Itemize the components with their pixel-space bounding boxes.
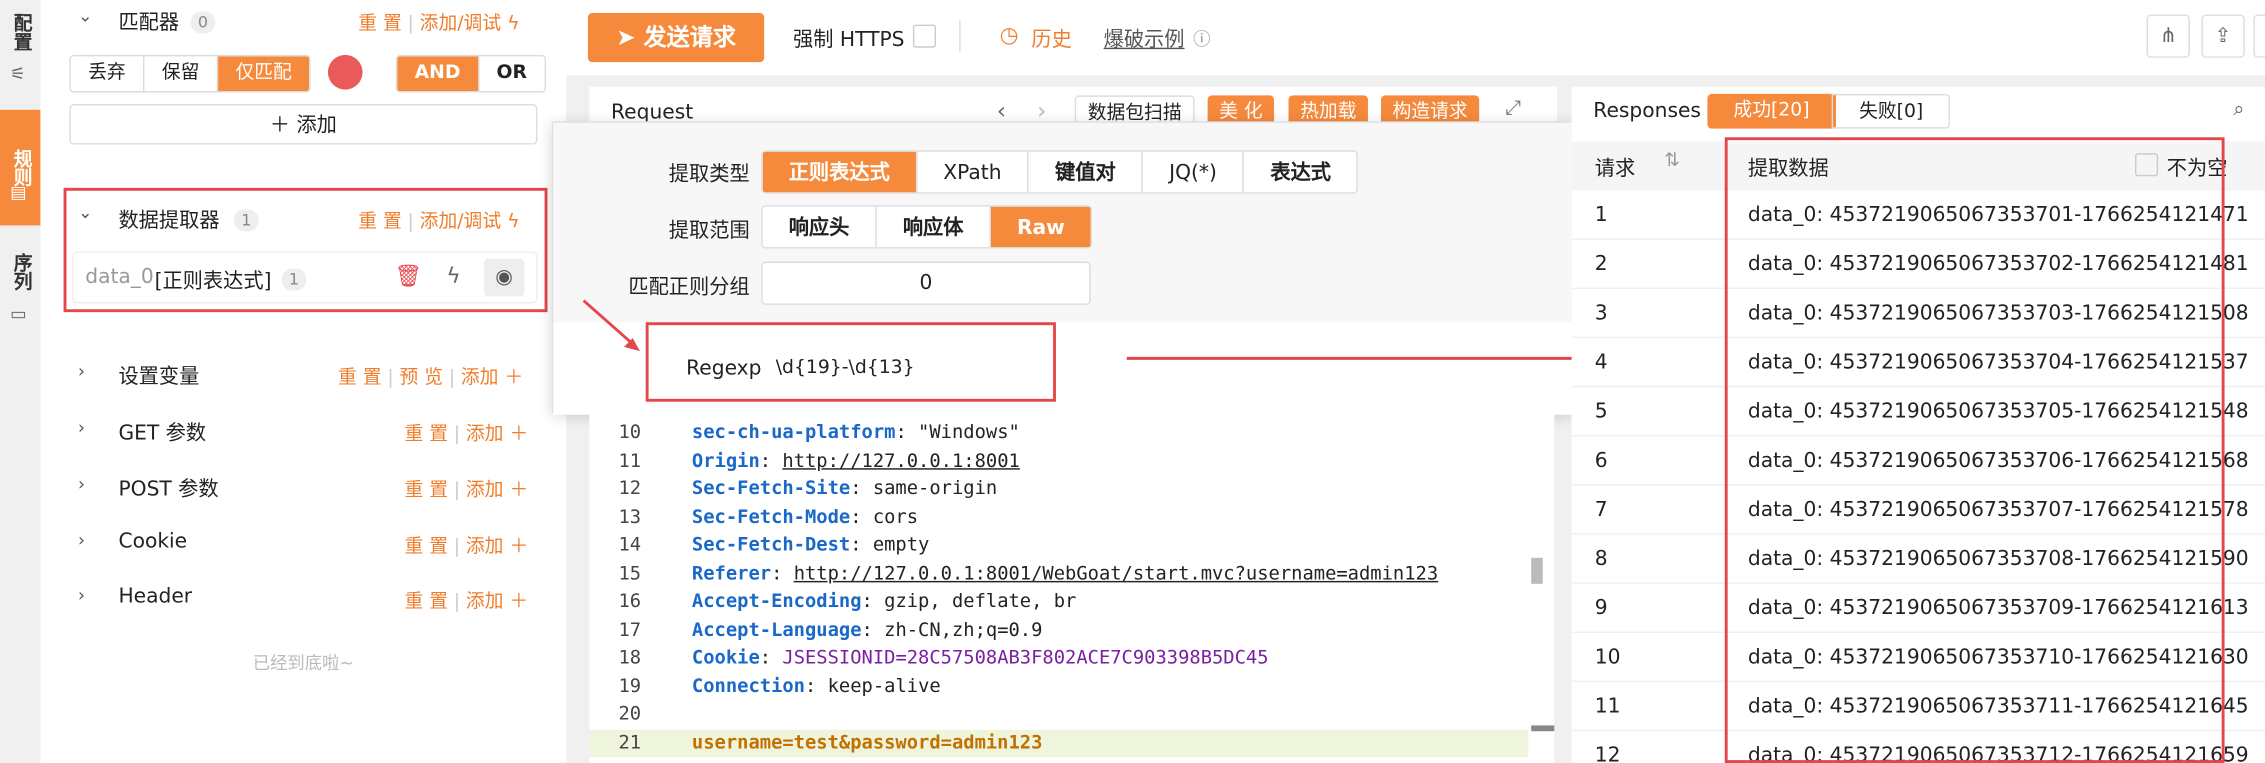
line-content: Accept-Language: zh-CN,zh;q=0.9: [691, 619, 1043, 641]
line-content: Referer: http://127.0.0.1:8001/WebGoat/s…: [691, 562, 1439, 585]
header-key: Referer: [691, 562, 772, 585]
header-key: Cookie: [691, 647, 760, 670]
code-line: 11 Origin: http://127.0.0.1:8001: [589, 447, 1528, 475]
line-number: 19: [618, 675, 642, 698]
line-number: 20: [618, 703, 642, 726]
header-value: zh-CN,zh;q=0.9: [884, 619, 1043, 641]
line-number: 11: [618, 450, 642, 472]
code-line: 14 Sec-Fetch-Dest: empty: [589, 532, 1528, 560]
header-value: http://127.0.0.1:8001/WebGoat/start.mvc?…: [793, 562, 1439, 585]
line-content: Accept-Encoding: gzip, deflate, br: [691, 591, 1077, 613]
code-line: 21 username=test&password=admin123: [589, 729, 1529, 758]
header-value: http://127.0.0.1:8001: [782, 450, 1020, 472]
line-number: 12: [618, 478, 642, 500]
row-request-number: 5: [1594, 400, 1608, 424]
responses-panel: Responses 成功[20] 失败[0] ⌕ 请求 ⇅ 提取数据 不为空 1…: [1571, 86, 2265, 763]
header-key: Sec-Fetch-Mode: [691, 506, 851, 529]
request-body: username=test&password=admin123: [691, 731, 1043, 754]
code-line: 15 Referer: http://127.0.0.1:8001/WebGoat…: [589, 560, 1528, 588]
header-value: "Windows": [918, 421, 1020, 444]
line-content: Cookie: JSESSIONID=28C57508AB3F802ACE7C9…: [691, 647, 1269, 670]
line-number: 17: [618, 619, 642, 641]
header-key: Origin: [691, 450, 760, 472]
tab-fail[interactable]: 失败[0]: [1831, 93, 1951, 129]
code-line: 16 Accept-Encoding: gzip, deflate, br: [589, 588, 1528, 616]
row-request-number: 9: [1594, 596, 1608, 620]
code-line: 13 Sec-Fetch-Mode: cors: [589, 504, 1528, 532]
sort-icon[interactable]: ⇅: [1664, 150, 1680, 172]
line-content: Sec-Fetch-Mode: cors: [691, 506, 919, 529]
row-request-number: 10: [1594, 645, 1621, 670]
line-number: 18: [618, 647, 642, 670]
header-value: empty: [872, 534, 930, 557]
header-value: JSESSIONID=28C57508AB3F802ACE7C903398B5D…: [782, 647, 1269, 670]
line-number: 21: [618, 731, 642, 754]
header-value: cors: [872, 506, 919, 529]
header-key: Sec-Fetch-Dest: [691, 534, 851, 557]
code-line: 20: [589, 701, 1528, 729]
row-request-number: 4: [1594, 351, 1608, 375]
col-request: 请求: [1594, 157, 1636, 181]
row-request-number: 3: [1594, 302, 1608, 326]
row-request-number: 12: [1594, 744, 1621, 763]
line-content: Connection: keep-alive: [691, 675, 941, 698]
line-number: 15: [618, 562, 642, 585]
row-request-number: 6: [1594, 449, 1608, 473]
editor-scrollbar[interactable]: [1531, 557, 1543, 584]
line-content: username=test&password=admin123: [692, 729, 1042, 757]
header-key: Sec-Fetch-Site: [691, 478, 851, 500]
line-content: Origin: http://127.0.0.1:8001: [691, 450, 1020, 472]
header-key: sec-ch-ua-platform: [691, 421, 896, 444]
code-line: 18 Cookie: JSESSIONID=28C57508AB3F802ACE7…: [589, 645, 1528, 673]
code-line: 19 Connection: keep-alive: [589, 673, 1528, 701]
row-request-number: 7: [1594, 498, 1608, 522]
line-number: 10: [618, 421, 642, 444]
header-key: Accept-Encoding: [691, 591, 862, 613]
extracted-data-highlight-box: [1724, 137, 2225, 763]
code-line: 10 sec-ch-ua-platform: "Windows": [589, 419, 1528, 447]
request-code-editor[interactable]: 10 sec-ch-ua-platform: "Windows" 11 Origin:…: [589, 413, 1555, 763]
line-content: Sec-Fetch-Dest: empty: [691, 534, 930, 557]
row-request-number: 8: [1594, 547, 1608, 571]
header-value: gzip, deflate, br: [884, 591, 1077, 613]
editor-scrollbar-bottom: [1531, 725, 1555, 732]
search-icon[interactable]: ⌕: [2233, 98, 2244, 121]
header-key: Accept-Language: [691, 619, 862, 641]
line-number: 16: [618, 591, 642, 613]
code-line: 12 Sec-Fetch-Site: same-origin: [589, 475, 1528, 503]
line-number: 14: [618, 534, 642, 557]
header-value: same-origin: [872, 478, 998, 500]
code-line: 17 Accept-Language: zh-CN,zh;q=0.9: [589, 616, 1528, 644]
line-number: 13: [618, 506, 642, 529]
row-request-number: 1: [1594, 203, 1608, 227]
row-request-number: 2: [1594, 252, 1608, 277]
line-content: Sec-Fetch-Site: same-origin: [691, 478, 998, 500]
header-key: Connection: [691, 675, 806, 698]
tab-success[interactable]: 成功[20]: [1707, 93, 1836, 129]
responses-title: Responses: [1593, 99, 1701, 123]
line-content: sec-ch-ua-platform: "Windows": [691, 421, 1020, 444]
row-request-number: 11: [1594, 695, 1621, 719]
header-value: keep-alive: [827, 675, 941, 698]
